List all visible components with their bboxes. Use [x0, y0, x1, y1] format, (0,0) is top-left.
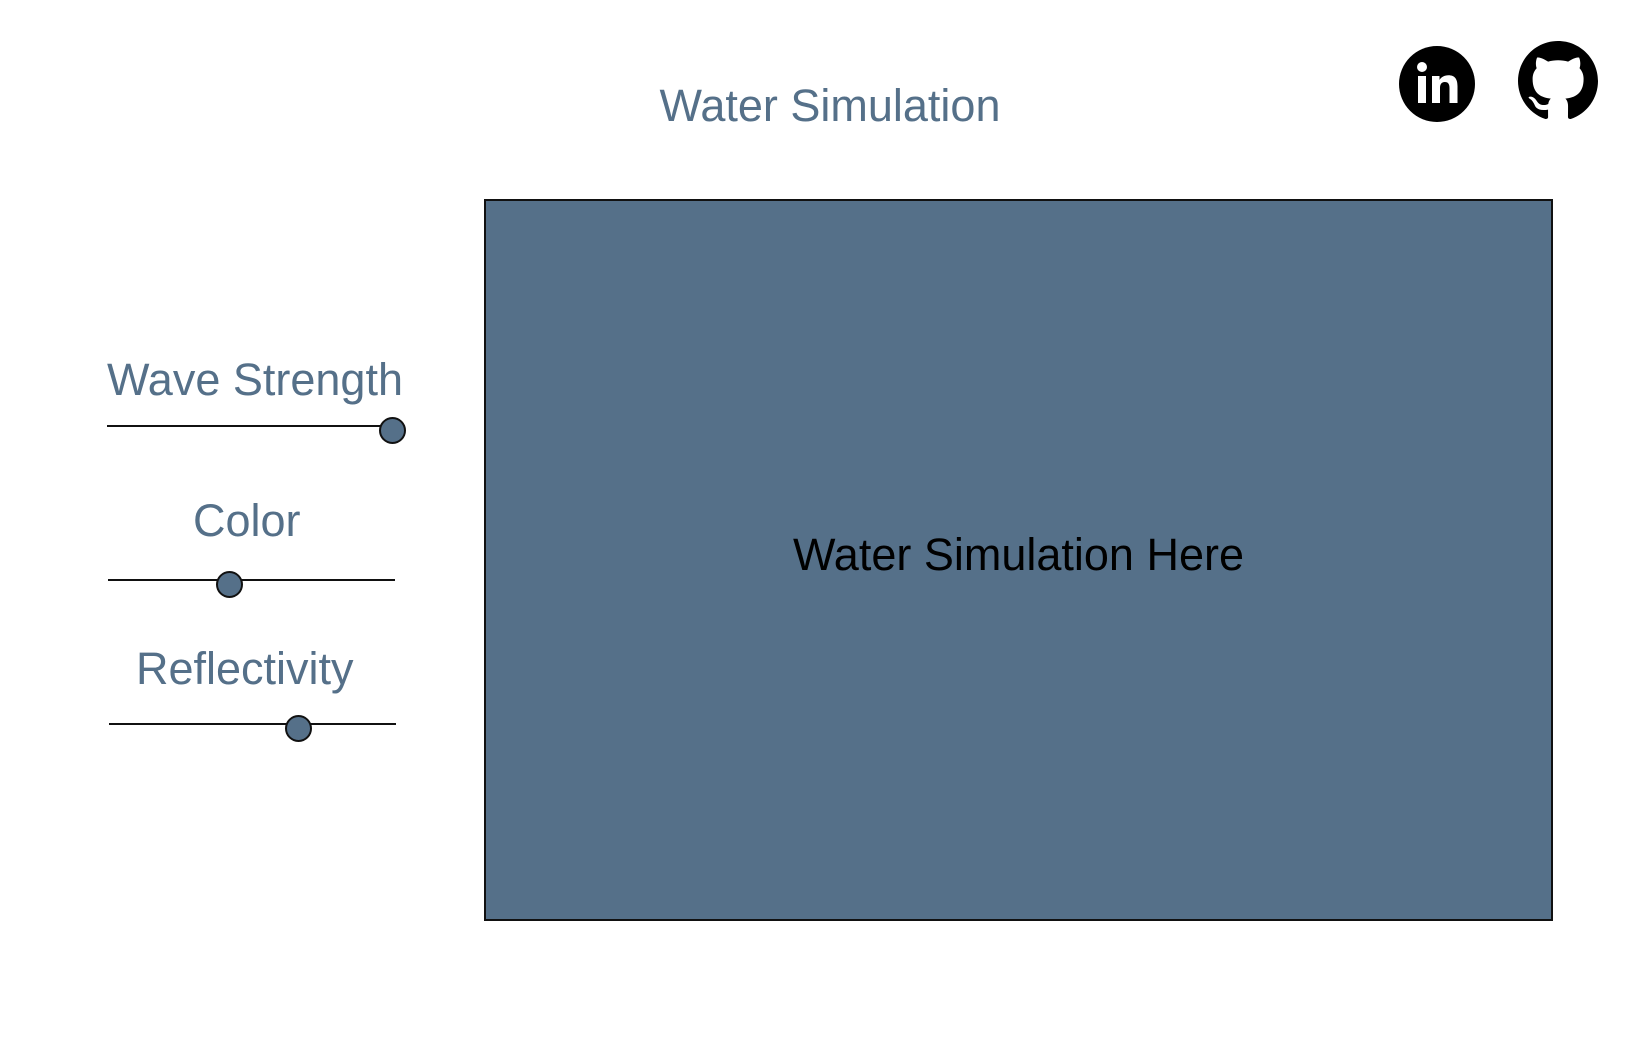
github-icon: [1518, 41, 1598, 120]
reflectivity-slider[interactable]: [109, 709, 396, 742]
slider-track: [108, 579, 395, 581]
linkedin-icon: [1399, 46, 1475, 122]
slider-thumb[interactable]: [215, 571, 243, 598]
simulation-placeholder-text: Water Simulation Here: [793, 529, 1244, 580]
color-label: Color: [193, 495, 301, 546]
slider-thumb[interactable]: [379, 417, 406, 444]
slider-track: [107, 425, 392, 427]
reflectivity-label: Reflectivity: [136, 643, 354, 694]
github-link[interactable]: [1518, 41, 1598, 121]
simulation-canvas[interactable]: Water Simulation Here: [484, 199, 1553, 921]
slider-track: [109, 723, 396, 725]
slider-thumb[interactable]: [285, 715, 313, 742]
color-slider[interactable]: [108, 565, 395, 598]
wave-strength-slider[interactable]: [107, 411, 406, 444]
linkedin-link[interactable]: [1398, 45, 1476, 123]
wave-strength-label: Wave Strength: [107, 354, 403, 405]
